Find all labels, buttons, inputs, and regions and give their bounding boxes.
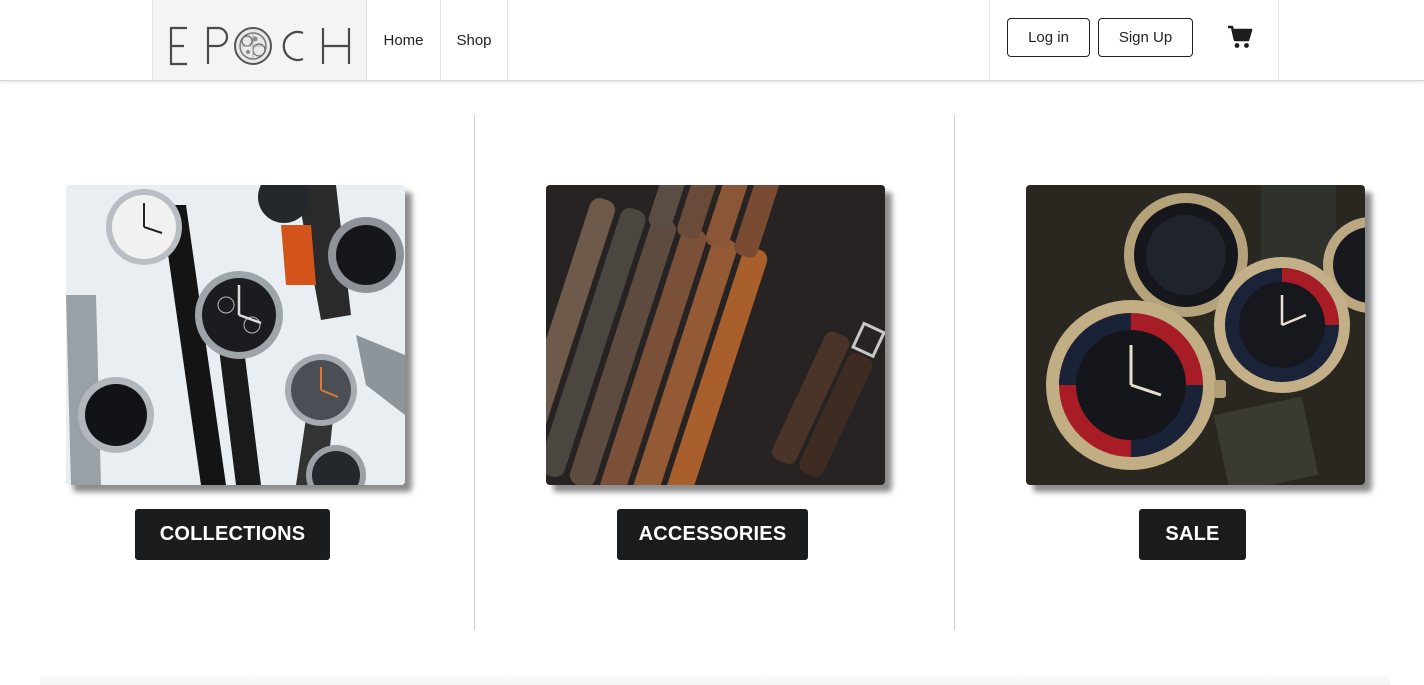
- navbar: Home Shop Log in Sign Up: [0, 0, 1424, 81]
- nav-home-link[interactable]: Home: [367, 0, 441, 80]
- signup-button[interactable]: Sign Up: [1098, 18, 1193, 57]
- nav-shop-link[interactable]: Shop: [441, 0, 508, 80]
- watches-photo: [66, 185, 405, 485]
- footer-edge: [40, 676, 1390, 685]
- column-divider: [474, 115, 475, 630]
- cart-icon[interactable]: [1227, 24, 1253, 50]
- epoch-logo-icon: [169, 26, 350, 66]
- accessories-image[interactable]: [546, 185, 885, 485]
- straps-photo: [546, 185, 885, 485]
- column-divider: [954, 115, 955, 630]
- accessories-button[interactable]: ACCESSORIES: [617, 509, 808, 560]
- sale-image[interactable]: [1026, 185, 1365, 485]
- login-button[interactable]: Log in: [1007, 18, 1090, 57]
- collections-button[interactable]: COLLECTIONS: [135, 509, 330, 560]
- collections-image[interactable]: [66, 185, 405, 485]
- brand-logo[interactable]: [152, 0, 367, 80]
- dive-watches-photo: [1026, 185, 1365, 485]
- auth-area: Log in Sign Up: [989, 0, 1279, 80]
- sale-button[interactable]: SALE: [1139, 509, 1246, 560]
